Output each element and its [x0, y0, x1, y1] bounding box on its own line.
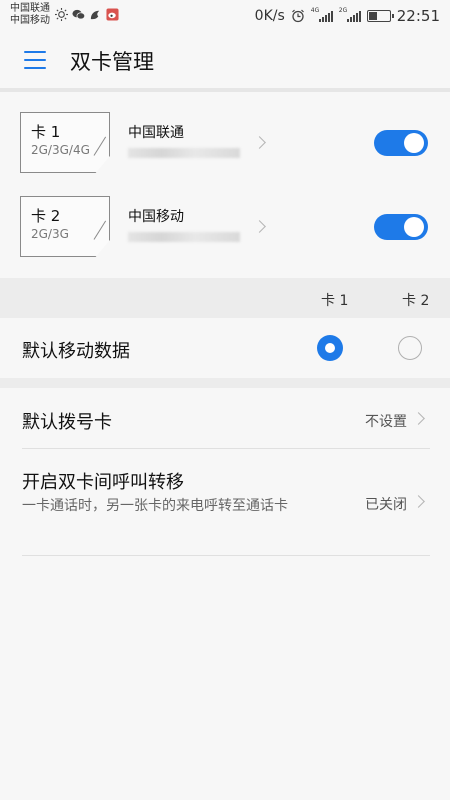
dual-sim-settings-page: 中国联通 中国移动 0K/s 4G 2G 22:51 双卡管理 卡 1 2G/3…: [0, 0, 450, 800]
sim-card-label: 卡 1: [31, 123, 61, 141]
sim-network-type: 2G/3G: [31, 227, 69, 241]
default-dial-card-row[interactable]: 默认拨号卡 不设置: [0, 388, 450, 448]
signal-2-tag: 2G: [338, 7, 348, 14]
sim-number-blurred: [128, 148, 240, 158]
signal-2-icon: 2G: [338, 7, 361, 22]
default-dial-card-label: 默认拨号卡: [22, 412, 112, 433]
radio-card-1-selected[interactable]: [317, 335, 343, 361]
call-forward-row[interactable]: 开启双卡间呼叫转移 一卡通话时，另一张卡的来电呼转至通话卡 已关闭: [0, 449, 450, 555]
sim-2-toggle[interactable]: [374, 214, 428, 240]
signal-1-icon: 4G: [310, 7, 333, 22]
call-forward-description: 一卡通话时，另一张卡的来电呼转至通话卡: [22, 498, 288, 514]
signal-1-tag: 4G: [310, 7, 320, 14]
chevron-right-icon: [412, 412, 425, 425]
battery-fill: [368, 12, 377, 20]
default-mobile-data-row: 默认移动数据: [0, 318, 450, 378]
sim-carrier-name: 中国移动: [128, 209, 184, 225]
call-forward-label: 开启双卡间呼叫转移: [22, 472, 184, 493]
sim-row-2[interactable]: 卡 2 2G/3G 中国移动: [0, 176, 450, 260]
alarm-icon: [291, 9, 304, 23]
status-right: 0K/s 4G 2G 22:51: [255, 7, 440, 25]
divider: [22, 555, 430, 556]
app-header: 双卡管理: [0, 32, 450, 88]
chevron-right-icon: [412, 495, 425, 508]
column-header-card-1: 卡 1: [321, 293, 349, 309]
sim-carrier-name: 中国联通: [128, 125, 184, 141]
notification-icons: [55, 8, 119, 21]
default-dial-card-value: 不设置: [365, 414, 407, 430]
chevron-right-icon[interactable]: [253, 220, 266, 233]
sim-row-1[interactable]: 卡 1 2G/3G/4G 中国联通: [0, 92, 450, 176]
network-speed: 0K/s: [254, 8, 285, 24]
sim-card-icon: 卡 2 2G/3G: [20, 196, 110, 257]
card-column-headers: 卡 1 卡 2: [0, 278, 450, 318]
radio-card-2[interactable]: [398, 336, 422, 360]
battery-icon: [366, 10, 394, 22]
carrier-2-name: 中国移动: [10, 15, 50, 26]
chevron-right-icon[interactable]: [253, 136, 266, 149]
weibo-icon: [106, 8, 119, 21]
column-header-card-2: 卡 2: [402, 293, 430, 309]
wechat-icon: [72, 9, 85, 20]
page-title: 双卡管理: [70, 50, 154, 74]
section-gap: [0, 378, 450, 388]
default-mobile-data-label: 默认移动数据: [22, 341, 130, 362]
sim-1-toggle[interactable]: [374, 130, 428, 156]
toggle-knob: [404, 217, 424, 237]
toggle-knob: [404, 133, 424, 153]
call-forward-value: 已关闭: [365, 497, 407, 513]
carrier-names: 中国联通 中国移动: [10, 3, 50, 27]
clock: 22:51: [396, 7, 440, 25]
menu-icon[interactable]: [24, 51, 46, 69]
sim-card-label: 卡 2: [31, 207, 61, 225]
status-bar: 中国联通 中国移动 0K/s 4G 2G 22:51: [0, 0, 450, 32]
sim-card-icon: 卡 1 2G/3G/4G: [20, 112, 110, 173]
sim-number-blurred: [128, 232, 240, 242]
sim-section: 卡 1 2G/3G/4G 中国联通 卡 2 2G/3G 中国移动: [0, 92, 450, 278]
uc-browser-icon: [90, 10, 100, 20]
sim-network-type: 2G/3G/4G: [31, 143, 90, 157]
brightness-icon: [55, 8, 68, 21]
carrier-1-name: 中国联通: [10, 3, 50, 14]
settings-list: 默认拨号卡 不设置 开启双卡间呼叫转移 一卡通话时，另一张卡的来电呼转至通话卡 …: [0, 388, 450, 800]
